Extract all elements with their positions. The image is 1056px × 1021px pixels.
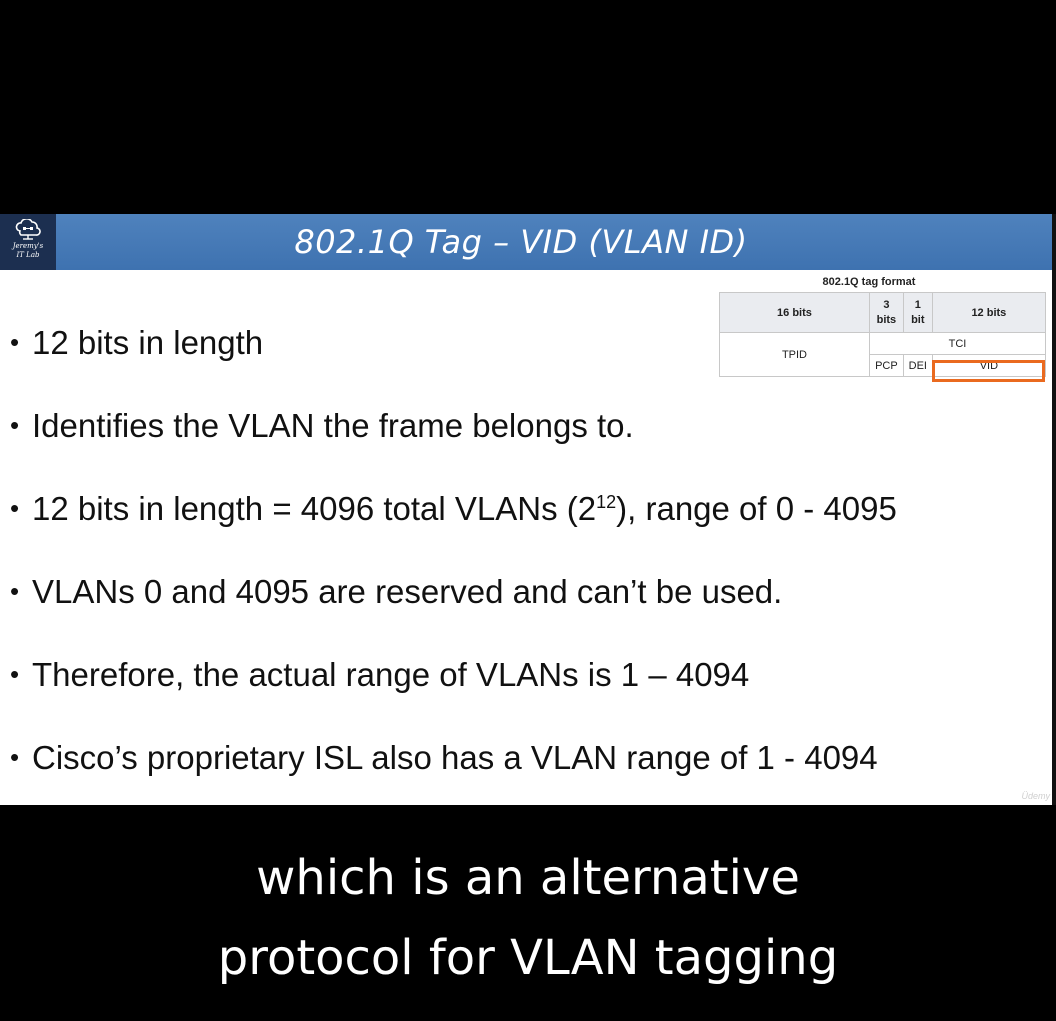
- video-frame: Jeremy's IT Lab 802.1Q Tag – VID (VLAN I…: [0, 0, 1056, 1021]
- bullet-text: Cisco’s proprietary ISL also has a VLAN …: [32, 739, 878, 776]
- bullet-text: Therefore, the actual range of VLANs is …: [32, 656, 750, 693]
- bullet-dot-icon: •: [10, 493, 20, 523]
- bullet-text-pre: 12 bits in length = 4096 total VLANs (2: [32, 490, 597, 527]
- bullet-dot-icon: •: [10, 742, 20, 772]
- bullet-dot-icon: •: [10, 410, 20, 440]
- bullet-text: VLANs 0 and 4095 are reserved and can’t …: [32, 573, 783, 610]
- bullet-item: • Cisco’s proprietary ISL also has a VLAN…: [10, 739, 878, 777]
- bullet-item: • VLANs 0 and 4095 are reserved and can’t…: [10, 573, 782, 611]
- subtitle-line-2: protocol for VLAN tagging: [217, 930, 839, 986]
- bullet-text: Identifies the VLAN the frame belongs to…: [32, 407, 634, 444]
- pcp-cell: PCP: [868, 354, 904, 377]
- subtitle-line-1: which is an alternative: [256, 850, 800, 906]
- pcp-bits-num: 3: [883, 298, 890, 311]
- tag-format-caption: 802.1Q tag format: [822, 276, 916, 288]
- logo-line-2: IT Lab: [16, 251, 40, 259]
- logo-text: Jeremy's IT Lab: [0, 242, 56, 260]
- slide: Jeremy's IT Lab 802.1Q Tag – VID (VLAN I…: [0, 214, 1056, 805]
- pcp-bits-cell: 3 bits: [868, 292, 904, 333]
- bullet-dot-icon: •: [10, 659, 20, 689]
- slide-title: 802.1Q Tag – VID (VLAN ID): [294, 223, 748, 261]
- tpid-cell: TPID: [719, 332, 870, 377]
- tpid-bits-cell: 16 bits: [719, 292, 870, 333]
- vid-highlight-box: [932, 360, 1045, 382]
- slide-edge: [1052, 214, 1056, 805]
- table-row: TPID TCI: [719, 332, 1047, 377]
- bullet-text: 12 bits in length: [32, 324, 264, 361]
- exponent: 12: [596, 492, 617, 512]
- dei-bits-unit: bit: [911, 313, 925, 326]
- dei-bits-cell: 1 bit: [902, 292, 933, 333]
- title-bar: Jeremy's IT Lab 802.1Q Tag – VID (VLAN I…: [0, 214, 1056, 270]
- logo-line-1: Jeremy's: [12, 242, 44, 250]
- pcp-bits-unit: bits: [876, 313, 897, 326]
- dei-cell: DEI: [902, 354, 933, 377]
- bullet-text-post: ), range of 0 - 4095: [616, 490, 897, 527]
- vid-bits-cell: 12 bits: [931, 292, 1047, 333]
- bullet-item: • Therefore, the actual range of VLANs is…: [10, 656, 749, 694]
- table-row: 16 bits 3 bits 1 bit 12 bits: [719, 292, 1047, 333]
- cloud-network-icon: [15, 219, 41, 240]
- tci-cell: TCI: [868, 332, 1047, 355]
- subtitle: which is an alternative protocol for VLA…: [0, 838, 1056, 998]
- bullet-item: • Identifies the VLAN the frame belongs t…: [10, 407, 634, 445]
- watermark: Üdemy: [1021, 791, 1050, 801]
- bullet-dot-icon: •: [10, 576, 20, 606]
- bullet-dot-icon: •: [10, 327, 20, 357]
- dei-bits-num: 1: [914, 298, 921, 311]
- bullet-item: • 12 bits in length = 4096 total VLANs (2…: [10, 490, 897, 528]
- logo: Jeremy's IT Lab: [0, 214, 56, 270]
- bullet-item: • 12 bits in length: [10, 324, 263, 362]
